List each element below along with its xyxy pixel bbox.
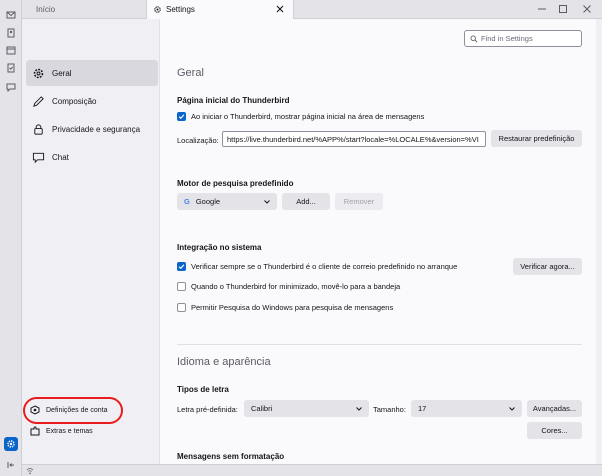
chat-bubble-icon — [6, 83, 16, 92]
calendar-space-button[interactable] — [4, 43, 18, 57]
tasks-space-button[interactable] — [4, 61, 18, 75]
close-window-icon[interactable] — [582, 4, 592, 14]
system-integration-heading: Integração no sistema — [177, 243, 262, 252]
sidebar-item-privacy[interactable]: Privacidade e segurança — [26, 116, 158, 142]
sidebar-item-label: Composição — [52, 96, 97, 106]
sidebar-item-composition[interactable]: Composição — [26, 88, 158, 114]
sidebar-item-general[interactable]: Geral — [26, 60, 158, 86]
wifi-activity-icon — [26, 468, 34, 475]
default-font-label: Letra pré-definida: — [177, 405, 238, 414]
search-input[interactable]: Find in Settings — [464, 30, 582, 47]
minimize-tray-checkbox[interactable] — [177, 282, 186, 291]
mail-icon — [6, 11, 16, 19]
mail-space-button[interactable] — [4, 8, 18, 22]
search-placeholder: Find in Settings — [481, 34, 533, 43]
chevron-down-icon — [264, 200, 270, 204]
maximize-window-icon[interactable] — [558, 4, 568, 14]
minimize-window-icon[interactable] — [537, 4, 547, 14]
tab-settings-label: Settings — [166, 5, 195, 14]
account-settings-icon — [30, 405, 40, 415]
chevron-down-icon — [509, 407, 515, 411]
calendar-icon — [6, 46, 16, 55]
address-book-space-button[interactable] — [4, 26, 18, 40]
search-icon — [470, 35, 478, 43]
sidebar-item-label: Extras e temas — [46, 427, 93, 435]
check-default-row[interactable]: Verificar sempre se o Thunderbird é o cl… — [177, 262, 457, 271]
content-scrollbar[interactable] — [596, 19, 602, 464]
font-size-value: 17 — [418, 404, 427, 413]
default-font-select[interactable]: Calibri — [244, 400, 369, 417]
fonts-heading: Tipos de letra — [177, 385, 229, 394]
chat-icon — [32, 152, 45, 163]
windows-search-label: Permitir Pesquisa do Windows para pesqui… — [191, 303, 394, 312]
google-logo-icon: G — [184, 197, 190, 206]
sidebar-item-label: Chat — [52, 152, 69, 162]
sidebar-item-account-settings[interactable]: Definições de conta — [30, 405, 107, 415]
start-page-checkbox-row[interactable]: Ao iniciar o Thunderbird, mostrar página… — [177, 112, 424, 121]
restore-default-button[interactable]: Restaurar predefinição — [491, 130, 582, 147]
puzzle-icon — [30, 426, 40, 436]
pen-icon — [33, 95, 44, 107]
start-page-checkbox-label: Ao iniciar o Thunderbird, mostrar página… — [191, 112, 425, 121]
remove-search-engine-button[interactable]: Remover — [335, 193, 383, 210]
start-page-checkbox[interactable] — [177, 112, 186, 121]
search-engine-select[interactable]: G Google — [177, 193, 277, 210]
minimize-tray-row[interactable]: Quando o Thunderbird for minimizado, mov… — [177, 282, 400, 291]
checkmark-icon — [178, 264, 185, 270]
plain-text-heading: Mensagens sem formatação — [177, 452, 285, 461]
add-search-engine-button[interactable]: Add... — [282, 193, 330, 210]
tab-home-label: Início — [36, 5, 56, 14]
check-default-checkbox[interactable] — [177, 262, 186, 271]
settings-space-button[interactable] — [4, 437, 18, 451]
check-default-label: Verificar sempre se o Thunderbird é o cl… — [191, 262, 458, 271]
location-label: Localização: — [177, 136, 219, 145]
sidebar-item-label: Definições de conta — [46, 406, 108, 414]
search-engine-heading: Motor de pesquisa predefinido — [177, 179, 294, 188]
font-size-select[interactable]: 17 — [411, 400, 522, 417]
font-size-label: Tamanho: — [373, 405, 406, 414]
windows-search-row[interactable]: Permitir Pesquisa do Windows para pesqui… — [177, 303, 393, 312]
gear-icon — [33, 68, 44, 78]
collapse-icon — [7, 462, 14, 468]
collapse-spaces-button[interactable] — [4, 458, 18, 472]
chat-space-button[interactable] — [4, 80, 18, 94]
status-bar — [22, 464, 602, 476]
settings-sidebar: Geral Composição Privacidade e segurança… — [22, 19, 160, 464]
verify-now-button[interactable]: Verificar agora... — [513, 258, 582, 275]
sidebar-item-label: Privacidade e segurança — [52, 124, 141, 134]
location-input[interactable]: https://live.thunderbird.net/%APP%/start… — [222, 131, 486, 147]
default-font-value: Calibri — [251, 404, 273, 413]
language-appearance-title: Idioma e aparência — [177, 356, 271, 368]
gear-icon — [154, 6, 161, 13]
settings-content: Find in Settings Geral Página inicial do… — [160, 19, 602, 464]
title-bar: Início Settings — [22, 0, 602, 19]
lock-icon — [34, 123, 43, 135]
location-value: https://live.thunderbird.net/%APP%/start… — [227, 134, 479, 144]
tab-home[interactable]: Início — [36, 0, 55, 19]
close-tab-icon[interactable] — [275, 4, 285, 14]
section-divider — [177, 344, 582, 345]
colors-button[interactable]: Cores... — [527, 422, 582, 439]
checkmark-icon — [178, 114, 185, 120]
search-engine-selected: Google — [195, 197, 221, 206]
windows-search-checkbox[interactable] — [177, 303, 186, 312]
start-page-heading: Página inicial do Thunderbird — [177, 96, 290, 105]
sidebar-item-addons[interactable]: Extras e temas — [30, 426, 93, 436]
gear-icon — [7, 440, 15, 448]
advanced-fonts-button[interactable]: Avançadas... — [527, 400, 582, 417]
page-title: Geral — [177, 67, 204, 79]
spaces-toolbar — [0, 0, 22, 476]
chevron-down-icon — [356, 407, 362, 411]
sidebar-item-chat[interactable]: Chat — [26, 144, 158, 170]
tasks-icon — [7, 63, 15, 73]
sidebar-item-label: Geral — [52, 68, 72, 78]
address-book-icon — [7, 28, 15, 38]
minimize-tray-label: Quando o Thunderbird for minimizado, mov… — [191, 282, 401, 291]
tab-settings[interactable]: Settings — [146, 0, 294, 19]
